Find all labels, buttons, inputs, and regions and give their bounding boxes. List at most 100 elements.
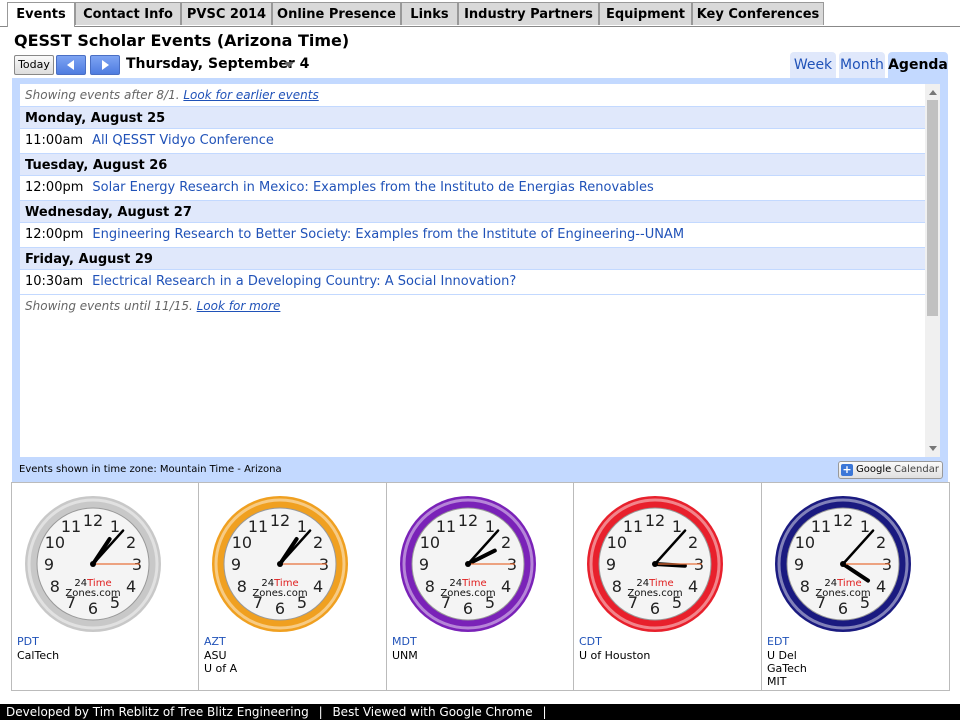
- agenda-content: Showing events after 8/1. Look for earli…: [20, 84, 925, 317]
- place-label: CalTech: [17, 649, 60, 662]
- clock-brand-site: Zones.com: [65, 588, 120, 599]
- clock-numeral: 4: [126, 577, 136, 596]
- clock-numeral: 8: [612, 577, 622, 596]
- scroll-up-icon[interactable]: [929, 90, 937, 95]
- calendar-title: QESST Scholar Events (Arizona Time): [14, 31, 350, 50]
- timezone-note: Events shown in time zone: Mountain Time…: [19, 464, 282, 475]
- scroll-thumb[interactable]: [927, 100, 938, 316]
- today-button[interactable]: Today: [14, 55, 54, 75]
- tab-events[interactable]: Events: [7, 2, 75, 27]
- current-date-label[interactable]: Thursday, September 4: [126, 56, 309, 72]
- next-button[interactable]: [90, 55, 120, 75]
- clock-numeral: 1: [485, 517, 495, 536]
- analog-clock: 1234567891011 1224TimeZones.com: [587, 496, 723, 632]
- footer-separator: |: [542, 705, 547, 719]
- clock-numeral: 12: [458, 511, 478, 530]
- showing-after-row: Showing events until 11/15. Look for mor…: [20, 294, 925, 317]
- event-row[interactable]: 12:00pm Solar Energy Research in Mexico: …: [20, 176, 925, 200]
- chevron-right-icon: [102, 60, 109, 70]
- clock-numeral: 4: [876, 577, 886, 596]
- clock-cell-cdt: 1 2 3 4 5 6 7 8 9 10 11 12 24Time Zones.com CDT U of …: [574, 483, 762, 690]
- tab-industry-partners[interactable]: Industry Partners: [458, 2, 599, 25]
- clock-brand-site: Zones.com: [815, 588, 870, 599]
- chevron-left-icon: [67, 60, 74, 70]
- scroll-down-icon[interactable]: [929, 446, 937, 451]
- main-tab-bar: Events Contact Info PVSC 2014 Online Pre…: [0, 0, 960, 27]
- calendar-frame: Showing events after 8/1. Look for earli…: [12, 78, 948, 482]
- timezone-code: CDT: [579, 635, 602, 648]
- clock-numeral: 6: [88, 599, 98, 618]
- showing-after-text: Showing events until 11/15.: [25, 299, 193, 313]
- event-time: 12:00pm: [25, 180, 84, 195]
- event-time: 12:00pm: [25, 227, 84, 242]
- clock-numeral: 12: [83, 511, 103, 530]
- timezone-places: U Del GaTech MIT: [767, 649, 807, 688]
- tab-online-presence[interactable]: Online Presence: [272, 2, 401, 25]
- view-tab-agenda[interactable]: Agenda: [888, 52, 948, 78]
- timezone-code: PDT: [17, 635, 39, 648]
- event-time: 11:00am: [25, 133, 84, 148]
- timezone-places: U of Houston: [579, 649, 650, 662]
- clock-center-pin: [465, 561, 471, 567]
- tab-pvsc-2014[interactable]: PVSC 2014: [181, 2, 272, 25]
- prev-button[interactable]: [56, 55, 86, 75]
- event-title[interactable]: Solar Energy Research in Mexico: Example…: [92, 180, 653, 195]
- date-dropdown-icon[interactable]: [284, 62, 294, 68]
- clock-cell-pdt: 1 2 3 4 5 6 7 8 9 10 11 12 24Time Zones.com PDT CalTe…: [12, 483, 199, 690]
- clock-numeral: 2: [313, 533, 323, 552]
- tab-equipment[interactable]: Equipment: [599, 2, 692, 25]
- more-events-link[interactable]: Look for more: [197, 299, 281, 313]
- clock-center-pin: [90, 561, 96, 567]
- event-title[interactable]: All QESST Vidyo Conference: [92, 133, 274, 148]
- analog-clock: 1234567891011 1224TimeZones.com: [212, 496, 348, 632]
- clock-numeral: 12: [645, 511, 665, 530]
- clock-brand-site: Zones.com: [440, 588, 495, 599]
- clock-numeral: 1: [860, 517, 870, 536]
- footer-credit: Developed by Tim Reblitz of Tree Blitz E…: [6, 705, 309, 719]
- clock-numeral: 2: [501, 533, 511, 552]
- add-to-google-calendar-button[interactable]: + Google Calendar: [838, 461, 943, 479]
- agenda-scrollbar[interactable]: [925, 84, 940, 457]
- clock-numeral: 1: [110, 517, 120, 536]
- event-title[interactable]: Electrical Research in a Developing Coun…: [92, 274, 516, 289]
- clock-cell-edt: 1 2 3 4 5 6 7 8 9 10 11 12 24Time Zones.com EDT U Del…: [762, 483, 949, 690]
- clock-center-pin: [840, 561, 846, 567]
- clock-cell-mdt: 1 2 3 4 5 6 7 8 9 10 11 12 24Time Zones.com MDT UNM: [387, 483, 574, 690]
- footer-separator: |: [318, 705, 323, 719]
- clock-center-pin: [277, 561, 283, 567]
- analog-clock: 1234567891011 1224TimeZones.com: [400, 496, 536, 632]
- tab-links[interactable]: Links: [401, 2, 458, 25]
- event-row[interactable]: 10:30am Electrical Research in a Developi…: [20, 270, 925, 294]
- clock-numeral: 12: [270, 511, 290, 530]
- analog-clock: 1234567891011 1224TimeZones.com: [25, 496, 161, 632]
- timezone-code: MDT: [392, 635, 417, 648]
- tab-key-conferences[interactable]: Key Conferences: [692, 2, 824, 25]
- analog-clock: 1234567891011 1224TimeZones.com: [775, 496, 911, 632]
- clock-numeral: 9: [231, 555, 241, 574]
- view-tab-month[interactable]: Month: [839, 52, 885, 78]
- event-row[interactable]: 11:00am All QESST Vidyo Conference: [20, 129, 925, 153]
- place-label: U Del: [767, 649, 797, 662]
- view-tab-week[interactable]: Week: [790, 52, 836, 78]
- clock-numeral: 1: [672, 517, 682, 536]
- agenda-list: Showing events after 8/1. Look for earli…: [20, 84, 940, 457]
- page: Events Contact Info PVSC 2014 Online Pre…: [0, 0, 960, 704]
- timezone-places: CalTech: [17, 649, 59, 662]
- clock-cell-azt: 1 2 3 4 5 6 7 8 9 10 11 12 24Time Zones.com AZT ASU U…: [199, 483, 387, 690]
- timezone-code: AZT: [204, 635, 226, 648]
- clock-numeral: 12: [833, 511, 853, 530]
- tab-contact-info[interactable]: Contact Info: [75, 2, 181, 25]
- clock-numeral: 4: [313, 577, 323, 596]
- clock-numeral: 2: [876, 533, 886, 552]
- event-title[interactable]: Engineering Research to Better Society: …: [92, 227, 684, 242]
- clock-numeral: 1: [297, 517, 307, 536]
- place-label: MIT: [767, 675, 787, 688]
- earlier-events-link[interactable]: Look for earlier events: [183, 88, 318, 102]
- event-row[interactable]: 12:00pm Engineering Research to Better So…: [20, 223, 925, 247]
- timezone-code: EDT: [767, 635, 790, 648]
- clock-numeral: 11: [436, 517, 456, 536]
- timezone-places: ASU U of A: [204, 649, 237, 675]
- clock-numeral: 11: [61, 517, 81, 536]
- footer-browser-note: Best Viewed with Google Chrome: [332, 705, 533, 719]
- place-label: GaTech: [767, 662, 807, 675]
